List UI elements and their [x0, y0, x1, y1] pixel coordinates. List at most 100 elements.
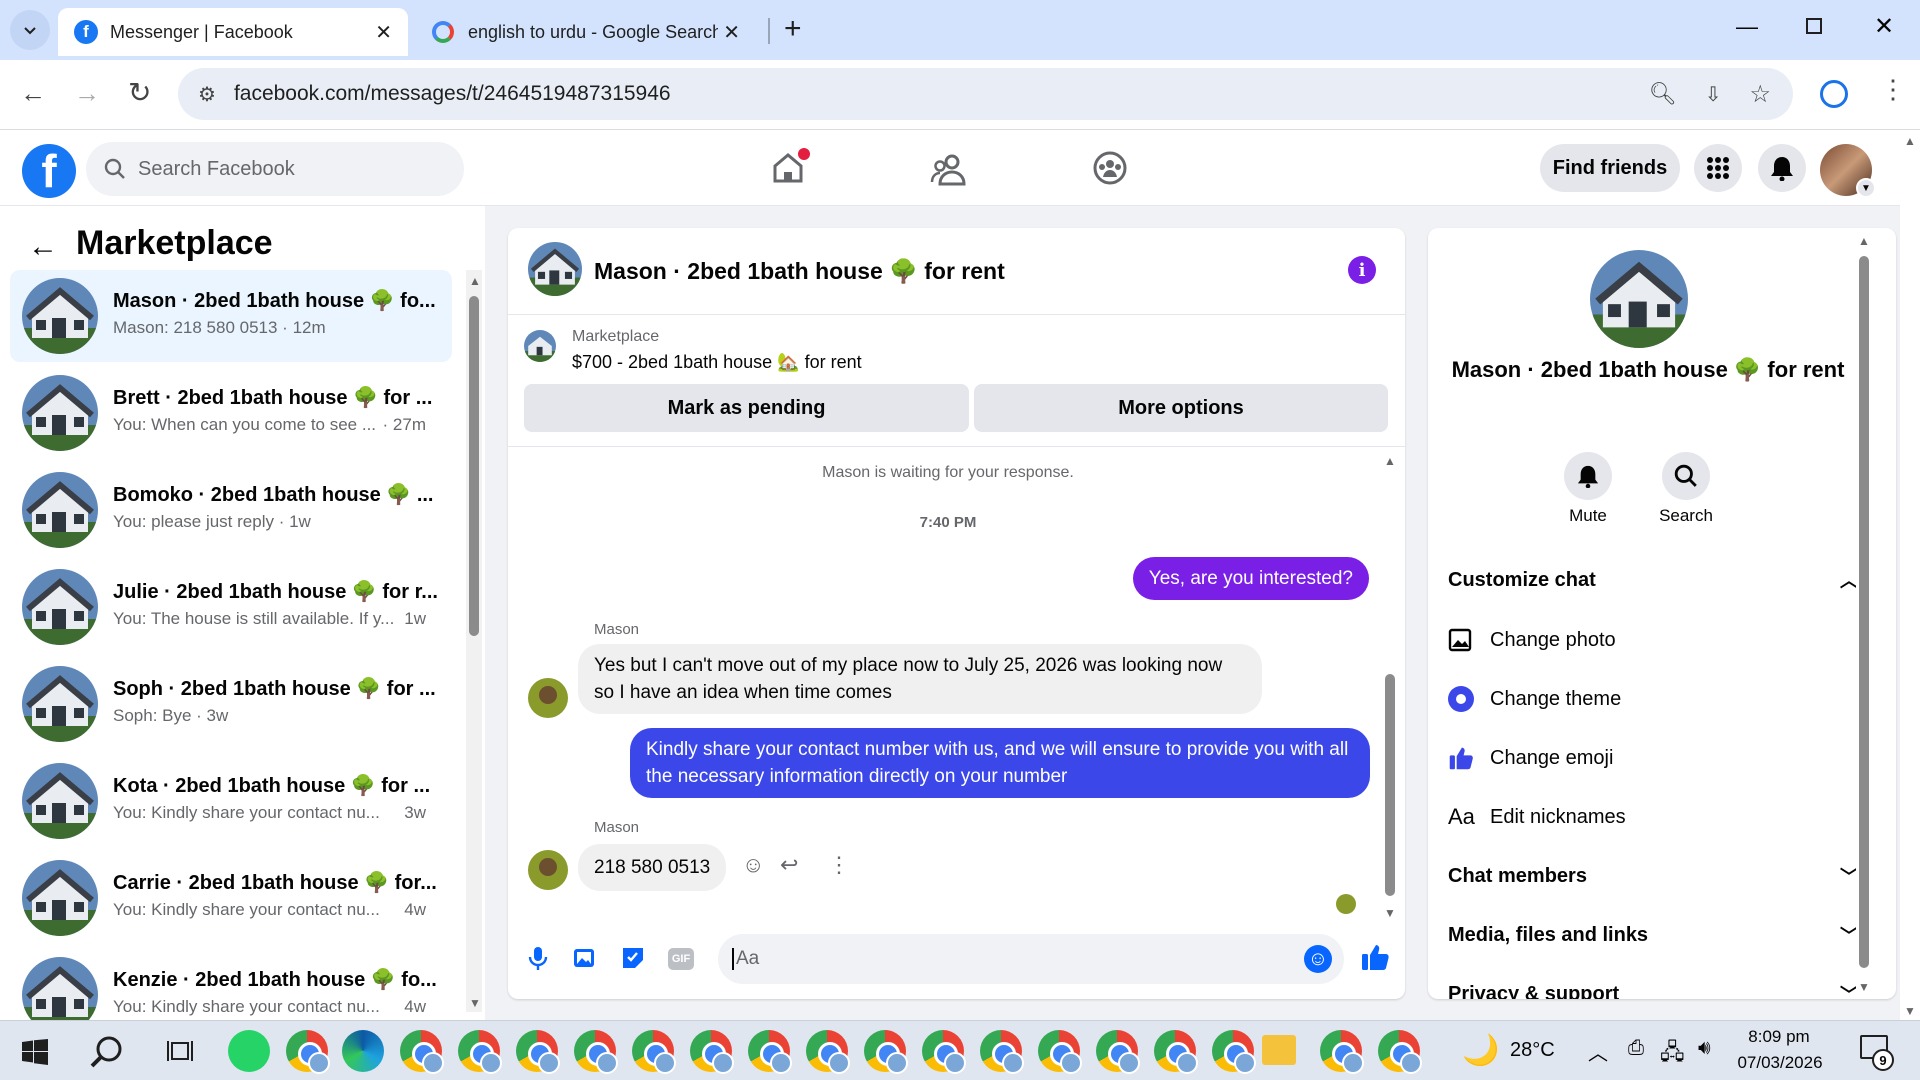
scroll-up-icon[interactable]: ▲ [1384, 454, 1396, 468]
chrome-profile-icon[interactable] [922, 1030, 966, 1074]
scrollbar-thumb[interactable] [469, 296, 479, 636]
sticker-icon[interactable] [620, 945, 646, 971]
close-tab-icon[interactable]: ✕ [375, 20, 392, 45]
chrome-profile-icon[interactable] [864, 1030, 908, 1074]
scroll-down-icon[interactable]: ▼ [1858, 980, 1870, 994]
friends-icon[interactable] [930, 152, 966, 186]
plus-icon[interactable]: + [784, 12, 802, 46]
network-icon[interactable]: 🖧 [1660, 1035, 1685, 1073]
chrome-profile-icon[interactable] [516, 1030, 560, 1074]
chrome-profile-icon[interactable] [1038, 1030, 1082, 1074]
info-icon[interactable]: i [1348, 256, 1376, 284]
forward-icon[interactable]: → [74, 78, 100, 109]
media-files-links-row[interactable]: Media, files and links ﹀ [1448, 909, 1868, 961]
search-facebook-field[interactable]: Search Facebook [86, 142, 464, 196]
scroll-down-icon[interactable]: ▼ [1384, 906, 1396, 920]
incoming-message[interactable]: Yes but I can't move out of my place now… [578, 644, 1262, 714]
close-window-icon[interactable]: ✕ [1874, 12, 1894, 41]
mark-as-pending-button[interactable]: Mark as pending [524, 384, 969, 432]
incoming-message[interactable]: 218 580 0513 [578, 844, 727, 891]
scroll-down-icon[interactable]: ▼ [1904, 1004, 1916, 1018]
volume-icon[interactable]: 🔊︎ [1698, 1037, 1711, 1060]
edit-nicknames-row[interactable]: Aa Edit nicknames [1448, 791, 1868, 843]
profile-photo[interactable] [1590, 250, 1688, 348]
privacy-support-row[interactable]: Privacy & support ﹀ [1448, 968, 1868, 1000]
listing-title[interactable]: $700 - 2bed 1bath house 🏡 for rent [572, 352, 862, 373]
more-icon[interactable]: ⋮ [828, 852, 850, 878]
chrome-profile-icon[interactable] [400, 1030, 444, 1074]
facebook-logo-icon[interactable]: f [22, 144, 76, 198]
reply-icon[interactable]: ↩ [780, 852, 798, 878]
page-scrollbar[interactable]: ▲ ▼ [1900, 130, 1920, 1020]
chrome-profile-icon[interactable] [286, 1030, 330, 1074]
scrollbar[interactable]: ▲ ▼ [1382, 454, 1398, 920]
scrollbar[interactable]: ▲ ▼ [1856, 234, 1872, 994]
back-icon[interactable]: ← [20, 78, 46, 109]
file-explorer-icon[interactable] [1262, 1035, 1296, 1065]
tab-messenger[interactable]: f Messenger | Facebook ✕ [58, 8, 408, 56]
edge-icon[interactable] [342, 1030, 384, 1072]
photo-icon[interactable] [572, 945, 598, 971]
chat-title[interactable]: Mason · 2bed 1bath house 🌳 for rent [594, 258, 1005, 285]
notifications-button[interactable] [1758, 144, 1806, 192]
chat-members-row[interactable]: Chat members ﹀ [1448, 850, 1868, 902]
chrome-profile-icon[interactable] [690, 1030, 734, 1074]
scrollbar[interactable]: ▲ ▼ [466, 270, 482, 1012]
clock-time[interactable]: 8:09 pm [1738, 1027, 1820, 1047]
scroll-up-icon[interactable]: ▲ [1858, 234, 1870, 248]
task-view-icon[interactable] [166, 1037, 194, 1065]
sender-avatar[interactable] [528, 850, 568, 890]
listing-thumbnail[interactable] [524, 330, 556, 362]
profile-icon[interactable] [1820, 80, 1848, 108]
more-options-button[interactable]: More options [974, 384, 1388, 432]
chrome-profile-icon[interactable] [458, 1030, 502, 1074]
scroll-down-icon[interactable]: ▼ [469, 996, 481, 1010]
whatsapp-icon[interactable] [228, 1030, 270, 1072]
customize-chat-row[interactable]: Customize chat ︿ [1448, 554, 1868, 606]
chrome-profile-icon[interactable] [980, 1030, 1024, 1074]
change-photo-row[interactable]: Change photo [1448, 614, 1868, 666]
tab-search-button[interactable] [10, 10, 50, 50]
microphone-icon[interactable] [526, 945, 550, 971]
chrome-profile-icon[interactable] [632, 1030, 676, 1074]
chrome-profile-icon[interactable] [806, 1030, 850, 1074]
weather-moon-icon[interactable]: 🌙 [1462, 1033, 1499, 1068]
bookmark-star-icon[interactable]: ☆ [1749, 80, 1771, 109]
sender-avatar[interactable] [528, 678, 568, 718]
groups-icon[interactable] [1092, 150, 1128, 186]
chrome-profile-icon[interactable] [1154, 1030, 1198, 1074]
restore-icon[interactable] [1806, 18, 1822, 34]
chevron-up-icon[interactable]: ︿ [1588, 1037, 1608, 1066]
emoji-icon[interactable]: ☺ [1304, 945, 1332, 973]
chrome-profile-icon[interactable] [1320, 1030, 1364, 1074]
windows-start-icon[interactable] [22, 1039, 48, 1065]
menu-icon[interactable]: ⋮ [1880, 74, 1906, 105]
mute-button[interactable] [1564, 452, 1612, 500]
temperature[interactable]: 28°C [1510, 1039, 1555, 1062]
clock-date[interactable]: 07/03/2026 [1734, 1053, 1826, 1073]
change-emoji-row[interactable]: Change emoji [1448, 732, 1868, 784]
scrollbar-thumb[interactable] [1385, 674, 1395, 896]
change-theme-row[interactable]: Change theme [1448, 673, 1868, 725]
chat-avatar[interactable] [528, 242, 582, 296]
install-app-icon[interactable]: ⇩ [1705, 82, 1722, 107]
react-icon[interactable]: ☺ [742, 852, 764, 878]
conversation-item[interactable]: Mason · 2bed 1bath house 🌳 fo... Mason: 2… [10, 270, 452, 362]
chrome-profile-icon[interactable] [748, 1030, 792, 1074]
scroll-up-icon[interactable]: ▲ [469, 274, 481, 288]
find-friends-button[interactable]: Find friends [1540, 144, 1680, 192]
conversation-item[interactable]: Kota · 2bed 1bath house 🌳 for ... You: Ki… [10, 755, 452, 847]
conversation-item[interactable]: Bomoko · 2bed 1bath house 🌳 ... You: plea… [10, 464, 452, 556]
close-tab-icon[interactable]: ✕ [723, 20, 740, 45]
meet-now-icon[interactable]: ⎙ [1628, 1037, 1644, 1060]
conversation-item[interactable]: Soph · 2bed 1bath house 🌳 for ... Soph: B… [10, 658, 452, 750]
tab-google[interactable]: english to urdu - Google Search ✕ [416, 8, 756, 56]
conversation-item[interactable]: Brett · 2bed 1bath house 🌳 for ... You: W… [10, 367, 452, 459]
outgoing-message[interactable]: Yes, are you interested? [1132, 557, 1369, 600]
reload-icon[interactable]: ↻ [128, 76, 151, 109]
minimize-icon[interactable]: — [1736, 14, 1758, 40]
site-info-icon[interactable]: ⚙ [198, 82, 216, 107]
thumbs-up-icon[interactable] [1360, 942, 1390, 972]
search-button[interactable] [1662, 452, 1710, 500]
scroll-up-icon[interactable]: ▲ [1904, 134, 1916, 148]
